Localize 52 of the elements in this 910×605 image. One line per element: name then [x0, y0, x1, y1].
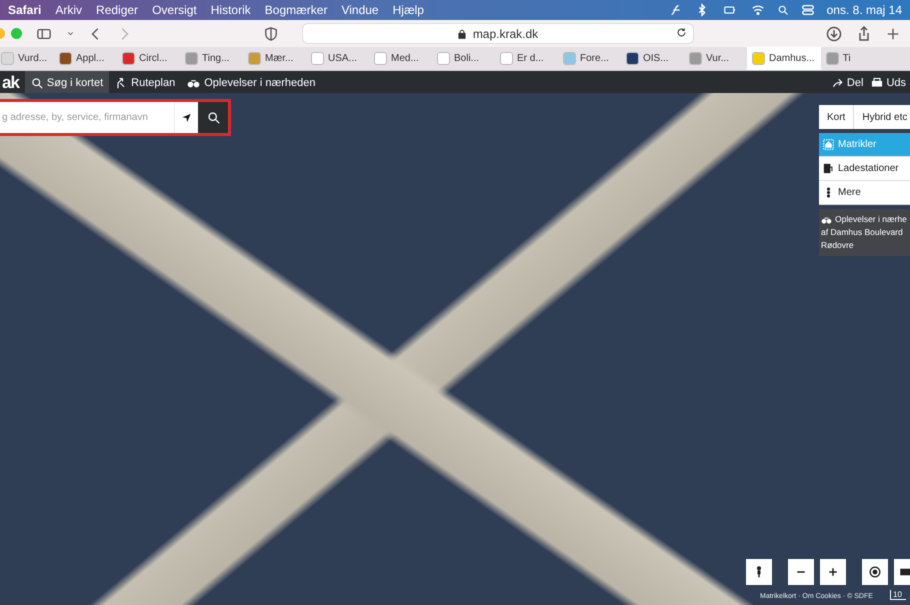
control-center-icon[interactable] — [800, 3, 815, 17]
reload-icon[interactable] — [676, 27, 686, 38]
zoom-in-button[interactable] — [820, 559, 846, 585]
street-view-button[interactable] — [746, 559, 772, 585]
map-type-tab[interactable]: Hybrid etc — [853, 105, 910, 129]
wifi-icon[interactable] — [750, 3, 765, 17]
sidebar-icon[interactable] — [36, 26, 52, 40]
nav-tab[interactable]: Søg i kortet — [24, 71, 110, 94]
share-link[interactable]: Del — [828, 76, 868, 88]
house-icon — [823, 139, 834, 150]
shield-icon[interactable] — [264, 26, 278, 40]
menu-item[interactable]: Rediger — [96, 3, 138, 17]
lock-icon — [456, 28, 467, 38]
menu-item[interactable]: Historik — [210, 3, 251, 17]
logo[interactable]: ak — [0, 72, 25, 92]
navigation-arrow-icon — [181, 112, 192, 124]
locate-me-button[interactable] — [862, 559, 888, 585]
aerial-map-photo[interactable] — [0, 93, 910, 605]
info-text: af Damhus Boulevard — [821, 226, 904, 239]
search-button[interactable] — [198, 102, 228, 133]
menu-item[interactable]: Bogmærker — [264, 3, 328, 17]
share-arrow-icon — [832, 76, 844, 88]
info-box[interactable]: Oplevelser i nærhe af Damhus Boulevard Rødovre — [819, 209, 910, 256]
address-bar[interactable]: map.krak.dk — [302, 23, 694, 44]
fuel-pump-icon — [823, 163, 834, 174]
menu-clock[interactable]: ons. 8. maj 14 — [826, 3, 902, 17]
menu-item[interactable]: Oversigt — [152, 3, 197, 17]
scale-bar: 10 — [890, 590, 906, 600]
search-icon[interactable] — [776, 4, 789, 16]
print-icon — [871, 76, 884, 88]
route-icon — [115, 76, 128, 88]
print-link[interactable]: Uds — [867, 76, 910, 88]
zoom-out-button[interactable] — [788, 559, 814, 585]
layer-item[interactable]: Mere — [819, 181, 910, 205]
menu-item[interactable]: Hjælp — [392, 3, 424, 17]
crosshair-icon — [868, 565, 882, 579]
info-text: Rødovre — [821, 239, 855, 252]
nav-tab[interactable]: Oplevelser i nærheden — [181, 71, 322, 94]
info-text: Oplevelser i nærhe — [835, 213, 907, 226]
menu-item[interactable]: Safari — [8, 3, 42, 17]
menu-item[interactable]: Vindue — [341, 3, 379, 17]
nav-tab[interactable]: Ruteplan — [109, 71, 182, 94]
search-icon — [30, 76, 43, 88]
plus-icon — [827, 566, 839, 578]
plus-icon[interactable] — [886, 26, 900, 40]
search-bar[interactable]: g adresse, by, service, firmanavn — [0, 99, 231, 136]
search-icon — [206, 111, 220, 124]
browser-tab[interactable]: Damhus... — [747, 47, 821, 70]
menu-item[interactable]: Arkiv — [55, 3, 82, 17]
layer-item[interactable]: Ladestationer — [819, 157, 910, 181]
binoculars-icon — [821, 214, 832, 224]
download-icon[interactable] — [826, 26, 842, 42]
